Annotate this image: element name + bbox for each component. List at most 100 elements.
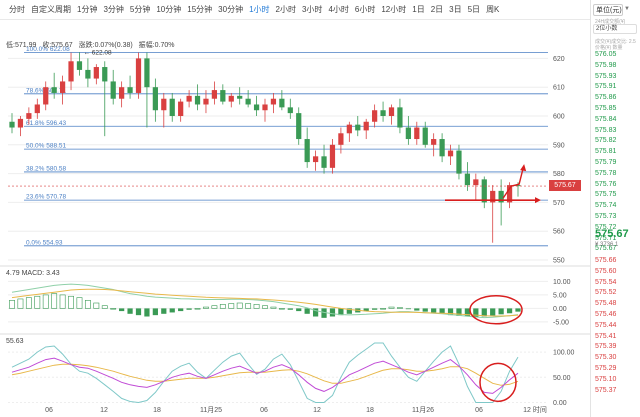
ask-row[interactable]: 575.83 bbox=[595, 126, 639, 137]
candle-body bbox=[279, 98, 285, 108]
macd-bar bbox=[228, 303, 235, 309]
bid-row[interactable]: 575.39 bbox=[595, 342, 639, 353]
bid-row[interactable]: 575.30 bbox=[595, 353, 639, 364]
ask-row[interactable]: 575.79 bbox=[595, 158, 639, 169]
unit-select[interactable]: 单位(元) bbox=[593, 4, 623, 16]
candle-body bbox=[262, 104, 268, 111]
macd-bar bbox=[270, 306, 277, 309]
candle-body bbox=[447, 150, 454, 157]
bid-row[interactable]: 575.37 bbox=[595, 386, 639, 397]
bid-row[interactable]: 575.41 bbox=[595, 332, 639, 343]
bid-row[interactable]: 575.46 bbox=[595, 310, 639, 321]
period-tab-1[interactable]: 自定义周期 bbox=[28, 4, 74, 15]
period-tab-12[interactable]: 6小时 bbox=[352, 4, 378, 15]
ask-row[interactable]: 575.74 bbox=[595, 201, 639, 212]
period-tab-7[interactable]: 30分钟 bbox=[215, 4, 246, 15]
bid-row[interactable]: 575.52 bbox=[595, 288, 639, 299]
ask-row[interactable]: 575.82 bbox=[595, 136, 639, 147]
macd-tick-label: -5.00 bbox=[553, 319, 569, 326]
ohlc-readout: 低:571.99 收:575.67 涨跌:0.07%(0.38) 振幅:0.70… bbox=[6, 40, 178, 50]
candle-body bbox=[144, 58, 150, 88]
period-tab-11[interactable]: 4小时 bbox=[325, 4, 351, 15]
ask-row[interactable]: 575.86 bbox=[595, 93, 639, 104]
candle-body bbox=[178, 101, 184, 116]
fib-label: 23.6% 570.78 bbox=[26, 194, 67, 201]
kdj-tick-label: 0.00 bbox=[553, 400, 567, 407]
candle-body bbox=[152, 87, 158, 111]
price-tick-label: 580 bbox=[553, 171, 565, 178]
ask-row[interactable]: 575.81 bbox=[595, 147, 639, 158]
period-tab-8[interactable]: 1小时 bbox=[246, 4, 272, 15]
period-tab-6[interactable]: 15分钟 bbox=[184, 4, 215, 15]
period-tab-18[interactable]: 周K bbox=[483, 4, 502, 15]
macd-bar bbox=[186, 308, 192, 310]
period-tab-16[interactable]: 3日 bbox=[446, 4, 464, 15]
period-tab-5[interactable]: 10分钟 bbox=[153, 4, 184, 15]
ask-row[interactable]: 575.78 bbox=[595, 169, 639, 180]
period-tab-17[interactable]: 5日 bbox=[465, 4, 483, 15]
candle-body bbox=[228, 95, 234, 102]
bid-row[interactable]: 575.44 bbox=[595, 321, 639, 332]
bid-row[interactable]: 575.29 bbox=[595, 364, 639, 375]
precision-select[interactable]: 2位小数 bbox=[593, 24, 637, 34]
period-tab-2[interactable]: 1分钟 bbox=[74, 4, 100, 15]
macd-bar bbox=[169, 308, 175, 313]
macd-bar bbox=[135, 308, 142, 316]
candle-body bbox=[26, 113, 32, 119]
macd-bar bbox=[422, 308, 428, 312]
bid-row[interactable]: 575.54 bbox=[595, 278, 639, 289]
price-tick-label: 600 bbox=[553, 114, 565, 121]
period-tab-14[interactable]: 1日 bbox=[409, 4, 427, 15]
macd-bar bbox=[515, 308, 521, 312]
ask-row[interactable]: 575.76 bbox=[595, 180, 639, 191]
ask-row[interactable]: 575.98 bbox=[595, 61, 639, 72]
ask-row[interactable]: 575.93 bbox=[595, 72, 639, 83]
period-tab-0[interactable]: 分时 bbox=[6, 4, 28, 15]
candle-body bbox=[127, 87, 133, 93]
candle-body bbox=[76, 61, 83, 70]
candle-body bbox=[473, 179, 479, 186]
ask-row[interactable]: 576.05 bbox=[595, 50, 639, 61]
macd-bar bbox=[287, 308, 293, 310]
ask-row[interactable]: 575.84 bbox=[595, 115, 639, 126]
period-tab-4[interactable]: 5分钟 bbox=[127, 4, 153, 15]
candle-body bbox=[464, 173, 471, 186]
kdj-tick-label: 50.00 bbox=[553, 375, 571, 382]
ask-row[interactable]: 575.75 bbox=[595, 190, 639, 201]
kdj-d-line bbox=[11, 363, 519, 386]
period-tab-3[interactable]: 3分钟 bbox=[100, 4, 126, 15]
price-tick-label: 610 bbox=[553, 85, 565, 92]
period-tab-13[interactable]: 12小时 bbox=[378, 4, 409, 15]
x-tick-label: 18 bbox=[366, 407, 374, 414]
period-tab-15[interactable]: 2日 bbox=[428, 4, 446, 15]
trading-app: 分时 自定义周期 1分钟 3分钟 5分钟 10分钟 15分钟 30分钟 1小时 2小时 3小时 4小时… bbox=[0, 0, 640, 417]
candle-body bbox=[9, 121, 15, 128]
annotation-arrow-up bbox=[502, 167, 524, 199]
price-chart[interactable]: 550560570580590600610620100.0% 622.0878.… bbox=[0, 20, 590, 417]
candle-body bbox=[169, 98, 175, 116]
last-price-cny: ¥ 3736.1 bbox=[595, 242, 619, 248]
macd-bar bbox=[506, 308, 513, 314]
ask-row[interactable]: 575.73 bbox=[595, 212, 639, 223]
period-tab-9[interactable]: 2小时 bbox=[273, 4, 299, 15]
macd-bar bbox=[236, 302, 243, 309]
candle-body bbox=[346, 124, 352, 134]
macd-bar bbox=[473, 308, 479, 318]
bid-row[interactable]: 575.66 bbox=[595, 256, 639, 267]
ask-row[interactable]: 575.91 bbox=[595, 82, 639, 93]
ask-row[interactable]: 575.85 bbox=[595, 104, 639, 115]
bid-list: 575.66 575.60 575.54 575.52 575.48 575.46 575.… bbox=[595, 256, 639, 396]
bid-row[interactable]: 575.60 bbox=[595, 267, 639, 278]
macd-bar bbox=[464, 308, 471, 317]
bid-row[interactable]: 575.48 bbox=[595, 299, 639, 310]
macd-bar bbox=[93, 302, 100, 309]
candle-body bbox=[102, 67, 108, 82]
period-tab-10[interactable]: 3小时 bbox=[299, 4, 325, 15]
macd-bar bbox=[498, 308, 504, 315]
macd-bar bbox=[127, 308, 133, 314]
price-tick-label: 560 bbox=[553, 229, 565, 236]
bid-row[interactable]: 575.10 bbox=[595, 375, 639, 386]
macd-bar bbox=[17, 298, 24, 309]
macd-bar bbox=[304, 308, 310, 314]
macd-bar bbox=[296, 308, 302, 312]
